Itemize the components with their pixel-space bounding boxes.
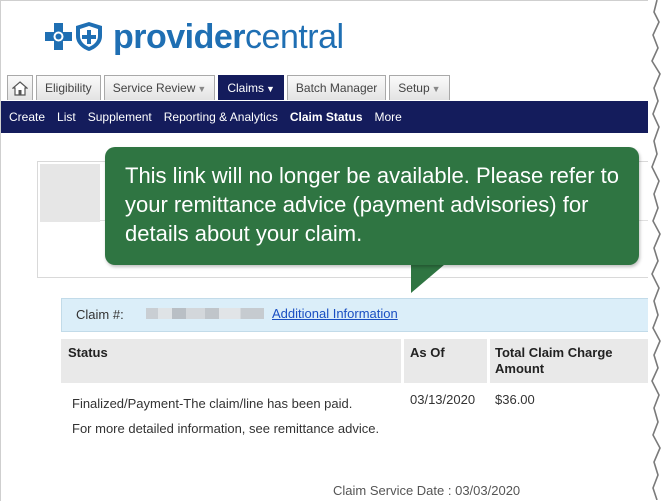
status-cell: Finalized/Payment-The claim/line has bee…	[72, 396, 353, 411]
as-of-cell: 03/13/2020	[410, 392, 476, 407]
header: providercentral	[1, 1, 649, 71]
subnav-list[interactable]: List	[57, 110, 76, 124]
brand-name-light: central	[245, 18, 344, 56]
subnav-more[interactable]: More	[375, 110, 402, 124]
claim-service-date: Claim Service Date : 03/03/2020	[333, 483, 521, 498]
claim-number-bar: Claim #: Additional Information	[61, 298, 649, 332]
subnav-claim-status[interactable]: Claim Status	[290, 110, 363, 124]
tab-label: Claims	[227, 81, 264, 95]
chevron-down-icon: ▼	[265, 84, 275, 94]
claims-subnav: Create List Supplement Reporting & Analy…	[1, 101, 649, 133]
column-divider	[487, 339, 490, 383]
subnav-reporting-analytics[interactable]: Reporting & Analytics	[164, 110, 278, 124]
faded-block	[40, 164, 100, 222]
tab-label: Setup	[398, 81, 430, 95]
tab-batch-manager[interactable]: Batch Manager	[286, 75, 387, 100]
subnav-create[interactable]: Create	[9, 110, 45, 124]
brand-wordmark: providercentral	[113, 17, 344, 57]
main-tabs: Eligibility Service Review ▼ Claims ▼ Batc…	[7, 75, 453, 101]
tab-home[interactable]	[7, 75, 33, 100]
redacted-claim-number	[146, 308, 264, 319]
header-status: Status	[68, 345, 108, 360]
header-as-of: As Of	[410, 345, 445, 360]
tab-eligibility[interactable]: Eligibility	[36, 75, 101, 100]
home-icon	[12, 80, 28, 96]
chevron-down-icon: ▼	[431, 84, 441, 94]
tab-label: Service Review	[112, 81, 196, 95]
tab-service-review[interactable]: Service Review ▼	[103, 75, 216, 100]
tab-label: Batch Manager	[295, 81, 378, 95]
claim-number-label: Claim #:	[76, 307, 124, 322]
app-window: providercentral Eligibility Service Revi…	[0, 0, 649, 501]
callout-text: This link will no longer be available. P…	[125, 163, 620, 246]
header-total-claim-charge-amount: Total Claim Charge Amount	[495, 345, 613, 376]
additional-information-link[interactable]: Additional Information	[272, 306, 398, 321]
blue-shield-logo-icon	[76, 22, 102, 51]
tab-label: Eligibility	[45, 81, 92, 95]
tab-claims[interactable]: Claims ▼	[218, 75, 284, 100]
column-divider	[401, 339, 404, 383]
claim-table-header: Status As Of Total Claim Charge Amount	[61, 339, 649, 383]
notice-callout: This link will no longer be available. P…	[105, 147, 639, 265]
amount-cell: $36.00	[495, 392, 535, 407]
remittance-note: For more detailed information, see remit…	[72, 421, 380, 436]
torn-page-edge	[648, 0, 661, 500]
subnav-supplement[interactable]: Supplement	[88, 110, 152, 124]
tab-setup[interactable]: Setup ▼	[389, 75, 450, 100]
chevron-down-icon: ▼	[197, 84, 207, 94]
brand-name-bold: provider	[113, 18, 246, 56]
blue-cross-logo-icon	[45, 23, 72, 50]
